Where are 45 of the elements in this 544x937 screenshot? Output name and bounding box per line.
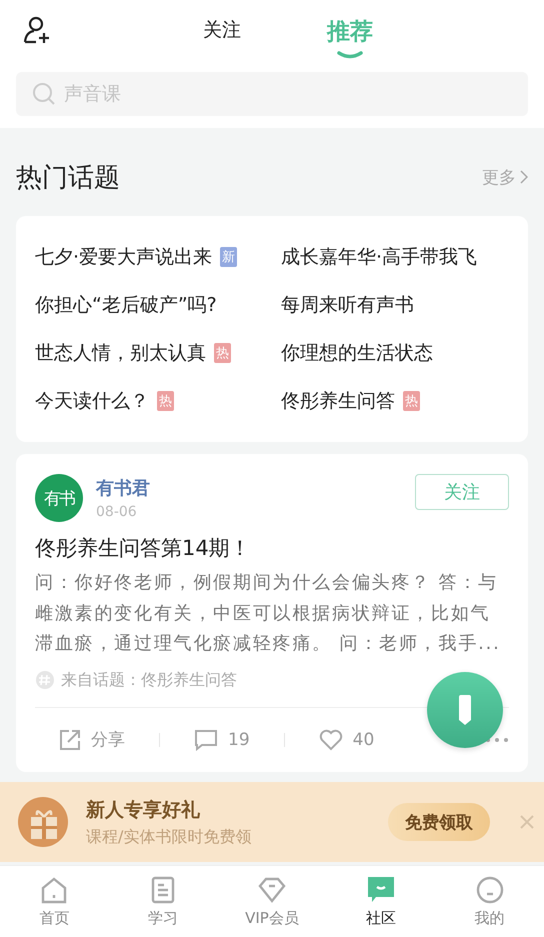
topic-link[interactable]: 佟彤养生问答 热 <box>281 388 528 414</box>
topic-link[interactable]: 今天读什么？ 热 <box>35 388 281 414</box>
avatar[interactable]: 有书 <box>35 474 83 522</box>
topic-link[interactable]: 你担心“老后破产”吗? <box>35 292 281 318</box>
promo-title: 新人专享好礼 <box>86 798 201 822</box>
topic-tag: 热 <box>214 343 231 363</box>
pen-icon <box>457 694 473 726</box>
search-icon <box>32 82 56 106</box>
tab[interactable]: 关注 <box>203 17 241 43</box>
diamond-icon <box>256 875 287 905</box>
promo-subtitle: 课程/实体书限时免费领 <box>86 826 252 848</box>
section-title: 热门话题 <box>16 162 120 194</box>
promo-banner[interactable]: 新人专享好礼 课程/实体书限时免费领 免费领取 <box>0 782 544 862</box>
nav-item[interactable]: 我的 <box>435 866 544 937</box>
author-name[interactable]: 有书君 <box>96 476 150 500</box>
nav-item[interactable]: 社区 <box>326 866 436 937</box>
close-icon[interactable] <box>520 815 534 829</box>
chevron-right-icon <box>520 170 528 184</box>
topic-link[interactable]: 你理想的生活状态 <box>281 340 528 366</box>
topic-tag: 热 <box>157 391 174 411</box>
like-button[interactable]: 40 <box>318 728 374 750</box>
post-title: 佟彤养生问答第14期！ <box>35 535 252 562</box>
topic-tag: 新 <box>220 247 238 267</box>
topic-link[interactable]: 成长嘉年华·高手带我飞 <box>281 244 528 270</box>
topic-tag: 热 <box>403 391 420 411</box>
tab-indicator-icon <box>337 50 363 58</box>
nav-item[interactable]: 首页 <box>0 866 109 937</box>
comment-icon <box>194 728 218 750</box>
claim-button[interactable]: 免费领取 <box>388 803 490 841</box>
post-body: 问：你好佟老师，例假期间为什么会偏头疼？ 答：与雌激素的变化有关，中医可以根据病状辩证，比如气滞血瘀，通过理气化瘀减轻疼痛。 问：老师，我手... <box>35 571 502 656</box>
share-button[interactable]: 分享 <box>59 728 125 751</box>
topic-link[interactable]: 世态人情，别太认真 热 <box>35 340 281 366</box>
topic-link[interactable]: 每周来听有声书 <box>281 292 528 318</box>
face-icon <box>474 875 505 905</box>
nav-item[interactable]: VIP会员 <box>218 866 326 937</box>
post-date: 08-06 <box>96 504 138 520</box>
share-icon <box>59 728 81 750</box>
gift-icon <box>18 797 68 847</box>
topic-link[interactable]: 七夕·爱要大声说出来 新 <box>35 244 281 270</box>
hashtag-icon <box>35 670 55 690</box>
nav-item[interactable]: 学习 <box>108 866 218 937</box>
heart-icon <box>318 728 343 750</box>
topic-source: 来自话题：佟彤养生问答 <box>61 670 237 690</box>
add-user-icon[interactable] <box>22 15 52 45</box>
comment-button[interactable]: 19 <box>194 728 250 750</box>
